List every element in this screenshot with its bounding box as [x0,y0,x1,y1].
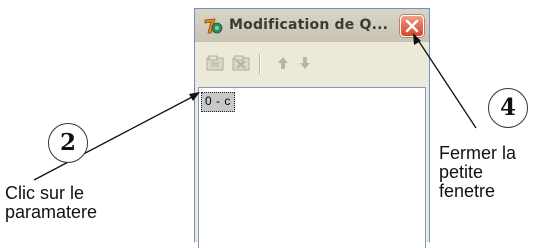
callout-4: 4 [488,88,528,128]
note-right-line-1: Fermer la [439,143,517,163]
note-left-line-2: paramatere [5,202,98,222]
note-left-line-1: Clic sur le [5,183,85,203]
callout-2: 2 [48,123,88,163]
note-right-line-3: fenetre [439,181,496,201]
note-left: Clic sur le paramatere [5,184,97,222]
arrowhead-2 [189,92,200,101]
note-right-line-2: petite [439,162,484,182]
note-right: Fermer la petite fenetre [439,144,516,201]
arrow-line-4 [417,39,477,129]
